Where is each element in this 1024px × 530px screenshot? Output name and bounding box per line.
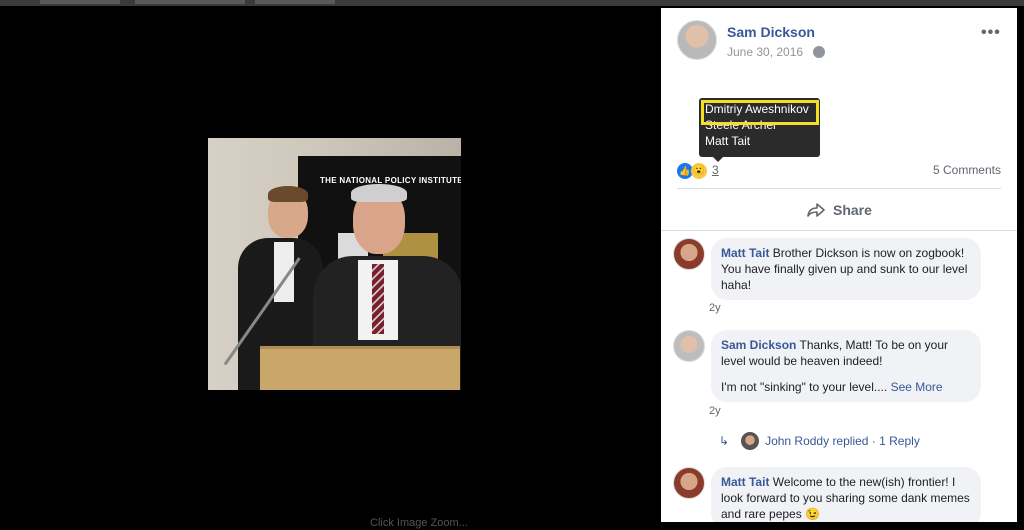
post-panel: Sam Dickson June 30, 2016 ••• Dmitriy Aw… bbox=[661, 8, 1017, 522]
comment-bubble: Matt Tait Welcome to the new(ish) fronti… bbox=[711, 467, 981, 522]
post-date[interactable]: June 30, 2016 bbox=[727, 45, 803, 59]
reply-arrow-icon: ↳ bbox=[719, 434, 730, 448]
comment-bubble: Sam Dickson Thanks, Matt! To be on your … bbox=[711, 330, 981, 402]
divider bbox=[661, 230, 1017, 231]
comment-author[interactable]: Matt Tait bbox=[721, 475, 769, 489]
comment-time[interactable]: 2y bbox=[709, 302, 721, 314]
tooltip-name: Matt Tait bbox=[705, 134, 751, 148]
avatar[interactable] bbox=[673, 467, 705, 499]
replies-link[interactable]: ↳ John Roddy replied · 1 Reply bbox=[719, 432, 920, 450]
tooltip-arrow bbox=[713, 157, 723, 162]
share-label: Share bbox=[833, 202, 872, 218]
banner-text: THE NATIONAL POLICY INSTITUTE bbox=[320, 176, 461, 185]
photo-viewer: THE NATIONAL POLICY INSTITUTE Click Imag… bbox=[0, 0, 1024, 530]
author-name[interactable]: Sam Dickson bbox=[727, 24, 815, 40]
highlight-box bbox=[701, 100, 819, 125]
author-avatar[interactable] bbox=[677, 20, 717, 60]
reaction-count[interactable]: 3 bbox=[712, 163, 719, 177]
see-more-link[interactable]: See More bbox=[891, 380, 943, 394]
podium bbox=[260, 346, 460, 390]
globe-icon bbox=[813, 46, 825, 58]
share-button[interactable]: Share bbox=[807, 200, 872, 220]
comment-bubble: Matt Tait Brother Dickson is now on zogb… bbox=[711, 238, 981, 300]
replies-text: John Roddy replied · 1 Reply bbox=[765, 434, 920, 448]
comment-author[interactable]: Sam Dickson bbox=[721, 338, 796, 352]
comment-author[interactable]: Matt Tait bbox=[721, 246, 769, 260]
avatar[interactable] bbox=[673, 330, 705, 362]
share-icon bbox=[807, 203, 825, 217]
wow-reaction-icon[interactable]: 😮 bbox=[691, 163, 707, 179]
comments-count[interactable]: 5 Comments bbox=[933, 163, 1001, 177]
comment-time[interactable]: 2y bbox=[709, 405, 721, 417]
comment-text: I'm not "sinking" to your level.... bbox=[721, 380, 888, 394]
top-strip bbox=[0, 0, 1024, 6]
post-photo[interactable]: THE NATIONAL POLICY INSTITUTE bbox=[208, 138, 461, 390]
more-dots-icon[interactable]: ••• bbox=[981, 24, 1001, 42]
avatar[interactable] bbox=[673, 238, 705, 270]
avatar bbox=[741, 432, 760, 450]
divider bbox=[677, 188, 1001, 189]
photo-caption: Click Image Zoom... bbox=[370, 517, 468, 529]
